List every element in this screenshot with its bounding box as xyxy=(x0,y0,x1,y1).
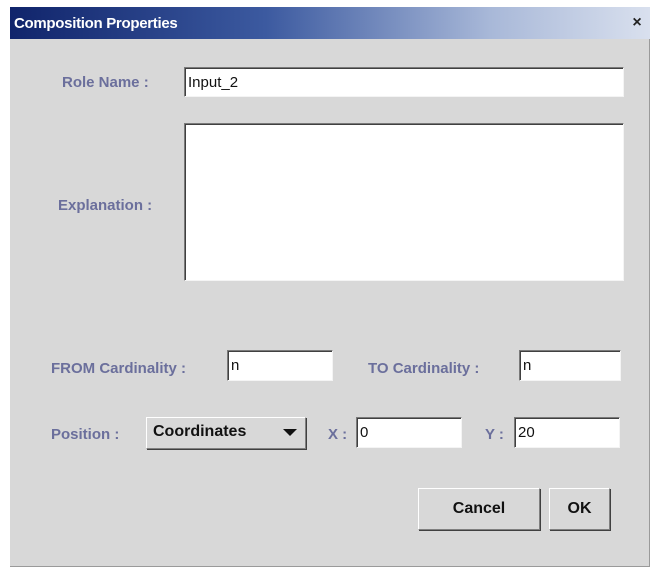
dialog-title: Composition Properties xyxy=(14,15,178,32)
from-cardinality-label: FROM Cardinality : xyxy=(51,360,187,377)
position-selected-value: Coordinates xyxy=(153,423,247,440)
explanation-label: Explanation : xyxy=(58,197,153,214)
role-name-label: Role Name : xyxy=(62,74,149,91)
ok-button[interactable]: OK xyxy=(549,488,610,530)
to-cardinality-value: n xyxy=(523,357,532,374)
y-value: 20 xyxy=(518,424,535,441)
from-cardinality-value: n xyxy=(231,357,240,374)
x-coordinate-input[interactable]: 0 xyxy=(356,417,462,448)
to-cardinality-label: TO Cardinality : xyxy=(368,360,480,377)
position-label: Position : xyxy=(51,426,120,443)
role-name-value: Input_2 xyxy=(188,74,239,91)
title-bar[interactable]: Composition Properties × xyxy=(10,7,650,39)
close-icon[interactable]: × xyxy=(630,15,644,31)
y-label: Y : xyxy=(485,426,504,443)
role-name-input[interactable]: Input_2 xyxy=(184,67,624,97)
x-label: X : xyxy=(328,426,348,443)
composition-properties-dialog: Composition Properties × Role Name : Inp… xyxy=(10,7,650,567)
position-dropdown[interactable]: Coordinates xyxy=(146,417,306,449)
x-value: 0 xyxy=(360,424,369,441)
y-coordinate-input[interactable]: 20 xyxy=(514,417,620,448)
cancel-button[interactable]: Cancel xyxy=(418,488,540,530)
chevron-down-icon[interactable] xyxy=(283,429,297,436)
explanation-textarea[interactable] xyxy=(184,123,624,281)
from-cardinality-input[interactable]: n xyxy=(227,350,333,381)
to-cardinality-input[interactable]: n xyxy=(519,350,621,381)
